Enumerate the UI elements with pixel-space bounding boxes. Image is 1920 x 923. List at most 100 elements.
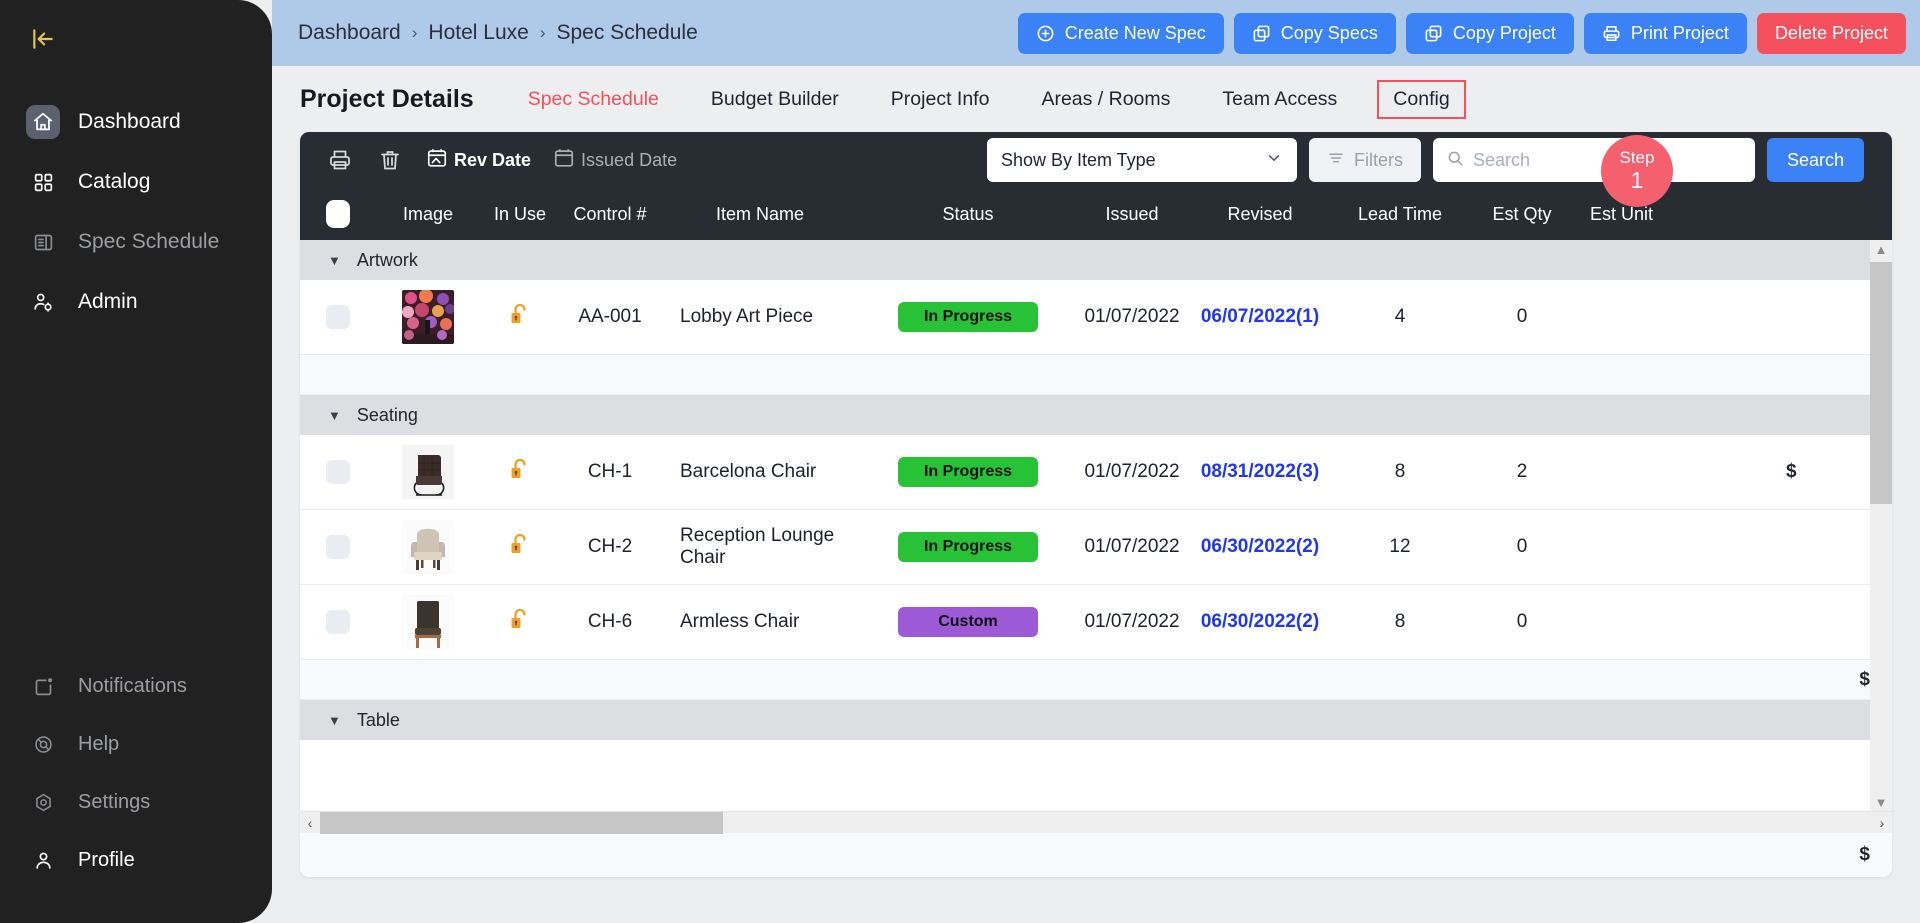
vertical-scroll-thumb[interactable] [1870,262,1892,504]
sidebar-item-label: Catalog [78,170,151,193]
column-header-in-use[interactable]: In Use [480,204,560,225]
tab-budget-builder[interactable]: Budget Builder [699,81,851,118]
row-item-name[interactable]: Armless Chair [660,611,860,633]
status-badge[interactable]: In Progress [898,532,1038,562]
row-item-name[interactable]: Lobby Art Piece [660,306,860,328]
delete-project-button[interactable]: Delete Project [1756,12,1906,54]
collapse-panel-icon[interactable] [30,26,56,52]
chevron-down-icon: ▼ [328,252,341,268]
column-header-lead-time[interactable]: Lead Time [1332,204,1468,225]
sidebar-item-dashboard[interactable]: Dashboard [0,92,272,152]
page-title: Project Details [300,84,474,113]
tab-spec-schedule[interactable]: Spec Schedule [516,81,671,118]
step-badge-number: 1 [1630,166,1644,193]
sidebar-item-settings[interactable]: Settings [0,773,272,831]
table-row[interactable]: CH-6 Armless Chair Custom 01/07/2022 06/… [300,585,1892,660]
search-button[interactable]: Search [1766,138,1864,182]
unlocked-padlock-icon[interactable] [508,532,532,563]
print-project-button[interactable]: Print Project [1583,12,1747,54]
row-checkbox[interactable] [326,535,350,559]
row-revised-date[interactable]: 06/07/2022(1) [1188,306,1332,328]
tab-config[interactable]: Config [1377,79,1466,119]
row-checkbox[interactable] [326,305,350,329]
row-issued-date: 01/07/2022 [1084,461,1180,482]
status-badge[interactable]: In Progress [898,457,1038,487]
row-status-cell: In Progress [860,457,1076,487]
row-item-name[interactable]: Barcelona Chair [660,461,860,483]
row-checkbox[interactable] [326,610,350,634]
group-header-artwork[interactable]: ▼ Artwork [300,240,1892,280]
breadcrumb-item-spec-schedule[interactable]: Spec Schedule [556,21,697,45]
sidebar-item-notifications[interactable]: Notifications [0,657,272,715]
unlocked-padlock-icon[interactable] [508,607,532,638]
vertical-scrollbar[interactable]: ▲ ▼ [1870,240,1892,811]
horizontal-scrollbar[interactable]: ‹ › [300,811,1892,834]
unlocked-padlock-icon[interactable] [508,302,532,333]
sidebar-item-admin[interactable]: Admin [0,272,272,332]
show-by-item-type-select[interactable]: Show By Item Type [986,138,1297,182]
armless-chair-thumbnail[interactable] [402,595,454,649]
search-box[interactable] [1432,138,1755,182]
column-header-item-name[interactable]: Item Name [660,204,860,225]
scroll-down-icon[interactable]: ▼ [1875,793,1888,811]
select-all-checkbox[interactable] [326,200,350,228]
grand-total-value: $ [1859,844,1870,865]
group-header-seating[interactable]: ▼ Seating [300,395,1892,435]
copy-specs-button[interactable]: Copy Specs [1233,12,1396,54]
create-new-spec-button[interactable]: Create New Spec [1017,12,1224,54]
column-header-issued[interactable]: Issued [1076,204,1188,225]
unlocked-padlock-icon[interactable] [508,457,532,488]
sidebar-item-spec-schedule[interactable]: Spec Schedule [0,212,272,272]
vertical-scroll-track[interactable] [1870,258,1892,793]
copy-project-button[interactable]: Copy Project [1405,12,1574,54]
horizontal-scroll-thumb[interactable] [320,811,723,834]
breadcrumb-item-hotel-luxe[interactable]: Hotel Luxe [428,21,528,45]
filters-button[interactable]: Filters [1308,138,1421,182]
rev-date-toggle[interactable]: Rev Date [426,147,531,174]
table-row[interactable]: CH-1 Barcelona Chair In Progress 01/07/2… [300,435,1892,510]
column-header-image[interactable]: Image [376,204,480,225]
home-icon [26,105,60,139]
user-icon [26,843,60,877]
lounge-chair-thumbnail[interactable] [402,520,454,574]
breadcrumb-item-dashboard[interactable]: Dashboard [298,21,401,45]
sidebar-item-catalog[interactable]: Catalog [0,152,272,212]
row-in-use-cell [480,457,560,488]
row-revised-date[interactable]: 06/30/2022(2) [1188,611,1332,633]
row-control-number: CH-2 [587,536,633,557]
table-row[interactable]: AA-001 Lobby Art Piece In Progress 01/07… [300,280,1892,355]
printer-icon[interactable] [326,146,354,174]
trash-icon[interactable] [376,146,404,174]
sidebar-item-label: Profile [78,848,135,871]
tab-project-info[interactable]: Project Info [879,81,1002,118]
status-badge[interactable]: In Progress [898,302,1038,332]
sidebar-item-help[interactable]: Help [0,715,272,773]
barcelona-chair-thumbnail[interactable] [402,445,454,499]
button-label: Copy Specs [1280,22,1378,43]
horizontal-scroll-track[interactable] [320,811,1872,834]
row-item-name[interactable]: Reception Lounge Chair [660,525,860,569]
scroll-up-icon[interactable]: ▲ [1875,240,1888,258]
row-est-qty: 0 [1516,306,1528,327]
row-revised-date[interactable]: 06/30/2022(2) [1188,536,1332,558]
scroll-right-icon[interactable]: › [1872,815,1892,831]
group-header-table[interactable]: ▼ Table [300,700,1892,740]
status-badge[interactable]: Custom [898,607,1038,637]
column-header-status[interactable]: Status [860,204,1076,225]
table-row[interactable]: CH-2 Reception Lounge Chair In Progress … [300,510,1892,585]
column-header-est-qty[interactable]: Est Qty [1468,204,1576,225]
scroll-left-icon[interactable]: ‹ [300,815,320,831]
row-in-use-cell [480,607,560,638]
sidebar-item-profile[interactable]: Profile [0,831,272,889]
issued-date-toggle[interactable]: Issued Date [553,147,677,174]
tab-team-access[interactable]: Team Access [1210,81,1349,118]
column-header-revised[interactable]: Revised [1188,204,1332,225]
tab-areas-rooms[interactable]: Areas / Rooms [1029,81,1182,118]
artwork-thumbnail[interactable] [402,290,454,344]
row-checkbox[interactable] [326,460,350,484]
column-header-control[interactable]: Control # [560,204,660,225]
row-est-qty: 0 [1516,611,1528,632]
sidebar-item-label: Admin [78,290,138,313]
document-list-icon [26,225,60,259]
row-revised-date[interactable]: 08/31/2022(3) [1188,461,1332,483]
